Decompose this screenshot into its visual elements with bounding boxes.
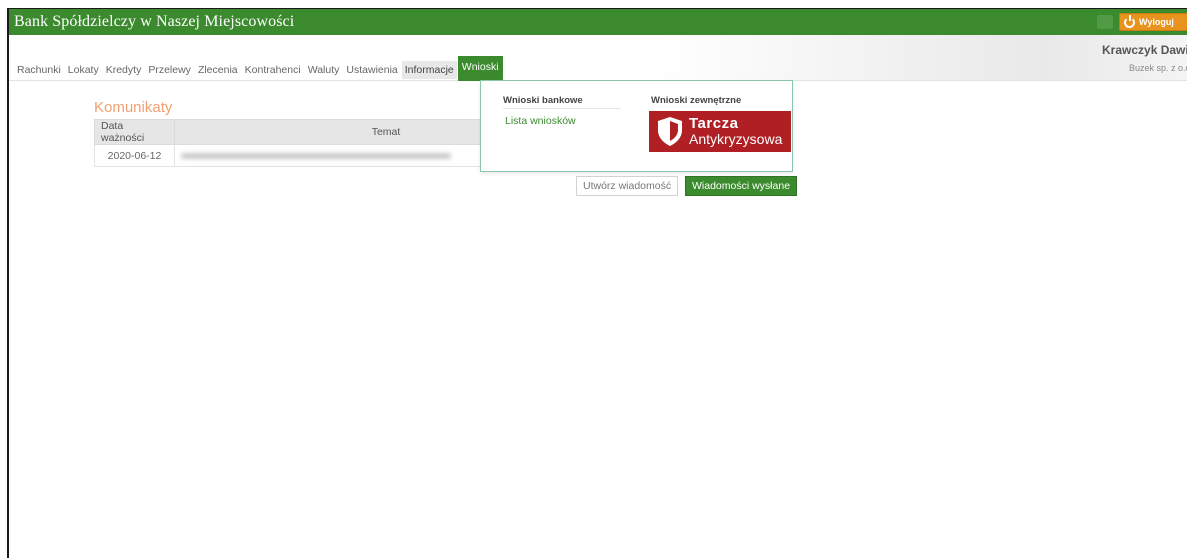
wnioski-dropdown: Wnioski bankowe Lista wniosków Wnioski z… (480, 80, 793, 172)
sent-messages-button[interactable]: Wiadomości wysłane (685, 176, 798, 196)
column-header-topic[interactable]: Temat (174, 119, 484, 145)
request-list-link[interactable]: Lista wniosków (505, 115, 576, 127)
nav-item-informacje[interactable]: Informacje (401, 60, 457, 79)
nav-item-przelewy[interactable]: Przelewy (145, 61, 194, 79)
heading-divider (503, 108, 621, 109)
tarcza-title: Tarcza (689, 115, 739, 132)
app-window: Bank Spółdzielczy w Naszej Miejscowości … (7, 8, 1187, 558)
message-date: 2020-06-12 (94, 144, 175, 167)
main-menu: Rachunki Lokaty Kredyty Przelewy Zleceni… (14, 56, 504, 81)
user-company: Buzek sp. z o.o (1129, 63, 1187, 73)
compose-message-button[interactable]: Utwórz wiadomość (576, 176, 679, 196)
logout-label: Wyloguj (1139, 17, 1174, 27)
nav-item-lokaty[interactable]: Lokaty (65, 61, 102, 79)
nav-item-waluty[interactable]: Waluty (305, 61, 343, 79)
top-bar: Bank Spółdzielczy w Naszej Miejscowości … (9, 9, 1187, 35)
shield-icon (658, 117, 682, 146)
tarcza-subtitle: Antykryzysowa (689, 131, 783, 147)
nav-item-zlecenia[interactable]: Zlecenia (195, 61, 241, 79)
user-name: Krawczyk Dawi (1102, 43, 1187, 57)
messages-title: Komunikaty (94, 99, 173, 116)
table-header-row: Data ważności Temat (94, 119, 484, 145)
status-indicator (1097, 15, 1113, 29)
bank-title: Bank Spółdzielczy w Naszej Miejscowości (14, 13, 295, 30)
message-topic[interactable] (174, 144, 484, 167)
logout-button[interactable]: Wyloguj (1119, 13, 1187, 31)
nav-item-ustawienia[interactable]: Ustawienia (343, 61, 400, 79)
tarcza-antykryzysowa-button[interactable]: Tarcza Antykryzysowa (649, 111, 791, 152)
nav-item-kontrahenci[interactable]: Kontrahenci (242, 61, 304, 79)
column-header-date[interactable]: Data ważności (94, 119, 175, 145)
nav-item-kredyty[interactable]: Kredyty (103, 61, 145, 79)
bank-requests-heading: Wnioski bankowe (503, 95, 583, 106)
external-requests-heading: Wnioski zewnętrzne (651, 95, 742, 106)
messages-table: Data ważności Temat 2020-06-12 (94, 119, 484, 167)
blurred-topic (181, 152, 451, 159)
nav-bar: Rachunki Lokaty Kredyty Przelewy Zleceni… (9, 35, 1187, 81)
nav-item-wnioski[interactable]: Wnioski (457, 56, 503, 81)
nav-item-rachunki[interactable]: Rachunki (14, 61, 64, 79)
power-icon (1124, 14, 1135, 28)
table-row[interactable]: 2020-06-12 (94, 144, 484, 167)
